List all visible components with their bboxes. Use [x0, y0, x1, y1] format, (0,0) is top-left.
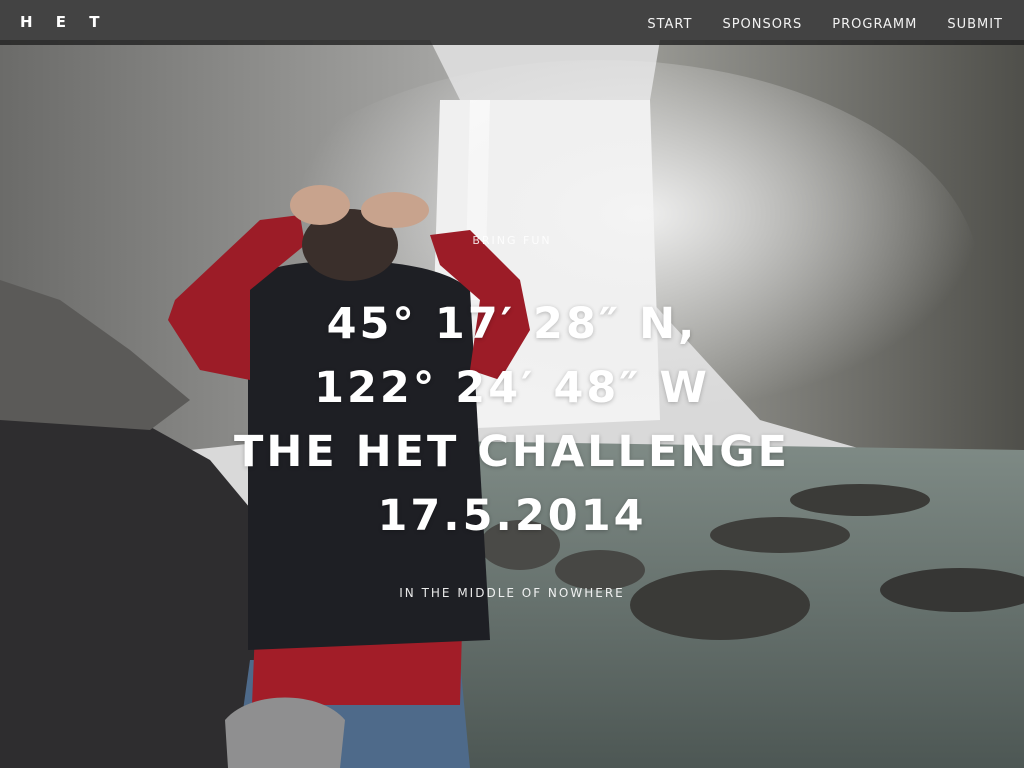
- hero-headline: 45° 17′ 28″ N, 122° 24′ 48″ W THE HET CH…: [0, 292, 1024, 548]
- nav-item-sponsors: SPONSORS: [722, 13, 802, 32]
- nav-item-submit: SUBMIT: [947, 13, 1003, 32]
- hero-tagline: BRING FUN: [472, 234, 552, 247]
- nav-item-start: START: [647, 13, 692, 32]
- nav-link-submit[interactable]: SUBMIT: [947, 17, 1003, 32]
- nav-link-start[interactable]: START: [647, 17, 692, 32]
- nav-link-sponsors[interactable]: SPONSORS: [722, 17, 802, 32]
- headline-latitude: 45° 17′ 28″ N,: [326, 299, 698, 349]
- headline-event-name: THE HET CHALLENGE: [234, 427, 790, 477]
- nav-menu: START SPONSORS PROGRAMM SUBMIT: [647, 0, 1003, 45]
- headline-longitude: 122° 24′ 48″ W: [314, 363, 710, 413]
- hero-subline: IN THE MIDDLE OF NOWHERE: [399, 586, 625, 600]
- hero-section: BRING FUN 45° 17′ 28″ N, 122° 24′ 48″ W …: [0, 0, 1024, 768]
- nav-item-programm: PROGRAMM: [832, 13, 917, 32]
- nav-link-programm[interactable]: PROGRAMM: [832, 17, 917, 32]
- top-navbar: H E T START SPONSORS PROGRAMM SUBMIT: [0, 0, 1024, 45]
- brand-logo-link[interactable]: H E T: [20, 13, 108, 31]
- headline-event-date: 17.5.2014: [377, 491, 647, 541]
